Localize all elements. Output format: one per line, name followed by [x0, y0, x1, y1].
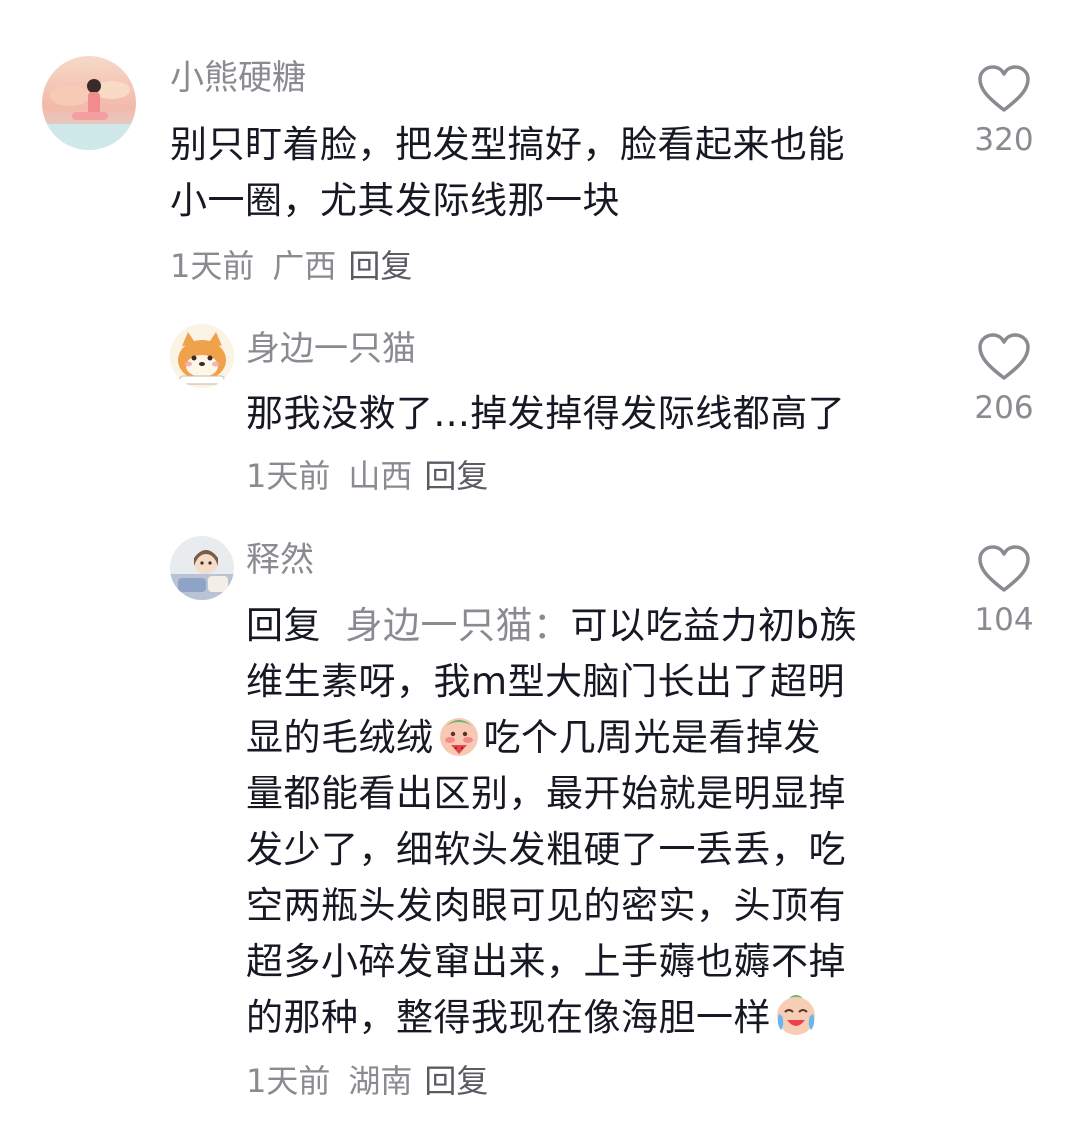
- reply-item: 身边一只猫 那我没救了...掉发掉得发际线都高了 1天前 山西 回复 206: [0, 300, 1080, 520]
- comment-username[interactable]: 身边一只猫: [246, 329, 416, 369]
- comment-text-line: 发少了，细软头发粗硬了一丢丢，吃: [246, 828, 846, 871]
- watermelon-blush-emoji: [439, 718, 478, 756]
- comment-time: 1天前: [246, 1062, 331, 1100]
- like-button[interactable]: 206: [954, 332, 1054, 426]
- reply-item: 释然 回复 身边一只猫：可以吃益力初b族 维生素呀，我m型大脑门长出了超明 显的…: [0, 520, 1080, 1145]
- reply-button[interactable]: 回复: [424, 1062, 488, 1100]
- comment-text: 回复 身边一只猫：可以吃益力初b族 维生素呀，我m型大脑门长出了超明 显的毛绒绒…: [246, 598, 857, 1046]
- comment-text-line: 超多小碎发窜出来，上手薅也薅不掉: [246, 940, 846, 983]
- heart-outline-icon: [978, 545, 1030, 592]
- like-button[interactable]: 320: [954, 64, 1054, 158]
- comment-item: 小熊硬糖 别只盯着脸，把发型搞好，脸看起来也能 小一圈，尤其发际线那一块 1天前…: [0, 0, 1080, 300]
- avatar[interactable]: [170, 324, 234, 388]
- reply-button[interactable]: 回复: [424, 457, 488, 495]
- like-count: 104: [974, 602, 1034, 638]
- comment-text-fragment: 显的毛绒绒: [246, 716, 434, 759]
- like-count: 320: [974, 122, 1034, 158]
- crying-laugh-emoji: [777, 995, 815, 1035]
- comment-location: 山西: [348, 457, 413, 495]
- comment-location: 广西: [272, 247, 337, 285]
- comment-text-fragment: 吃个几周光是看掉发: [483, 716, 821, 759]
- comment-time: 1天前: [170, 247, 255, 285]
- comment-username[interactable]: 小熊硬糖: [170, 58, 306, 98]
- reply-prefix: 回复: [246, 604, 321, 647]
- comment-text: 别只盯着脸，把发型搞好，脸看起来也能 小一圈，尤其发际线那一块: [170, 117, 845, 229]
- avatar-image: [170, 324, 234, 388]
- comment-meta: 1天前 广西 回复: [170, 246, 412, 286]
- comment-meta: 1天前 山西 回复: [246, 456, 488, 496]
- avatar[interactable]: [42, 56, 136, 150]
- comment-text-line: 回复 身边一只猫：可以吃益力初b族: [246, 598, 857, 654]
- like-button[interactable]: 104: [954, 544, 1054, 638]
- comment-text-line: 的那种，整得我现在像海胆一样: [246, 990, 857, 1046]
- comment-location: 湖南: [348, 1062, 413, 1100]
- comment-text-fragment: 可以吃益力初b族: [570, 604, 858, 647]
- reply-target-username[interactable]: 身边一只猫：: [346, 604, 571, 647]
- comment-time: 1天前: [246, 457, 331, 495]
- comment-text-line: 那我没救了...掉发掉得发际线都高了: [246, 392, 846, 435]
- comment-text-line: 维生素呀，我m型大脑门长出了超明: [246, 660, 846, 703]
- comment-text-line: 别只盯着脸，把发型搞好，脸看起来也能: [170, 123, 845, 166]
- avatar-image: [170, 536, 234, 600]
- comment-username[interactable]: 释然: [246, 540, 314, 580]
- comment-text-line: 显的毛绒绒 吃个几周光是看掉发: [246, 710, 857, 766]
- avatar[interactable]: [170, 536, 234, 600]
- comment-text: 那我没救了...掉发掉得发际线都高了: [246, 386, 845, 442]
- like-count: 206: [974, 390, 1034, 426]
- heart-outline-icon: [978, 65, 1030, 112]
- comment-text-line: 小一圈，尤其发际线那一块: [170, 179, 620, 222]
- comment-text-line: 量都能看出区别，最开始就是明显掉: [246, 772, 846, 815]
- reply-button[interactable]: 回复: [348, 247, 412, 285]
- avatar-image: [42, 56, 136, 150]
- comment-text-fragment: 的那种，整得我现在像海胆一样: [246, 996, 771, 1039]
- heart-outline-icon: [978, 333, 1030, 380]
- comment-meta: 1天前 湖南 回复: [246, 1061, 488, 1101]
- comment-text-line: 空两瓶头发肉眼可见的密实，头顶有: [246, 884, 846, 927]
